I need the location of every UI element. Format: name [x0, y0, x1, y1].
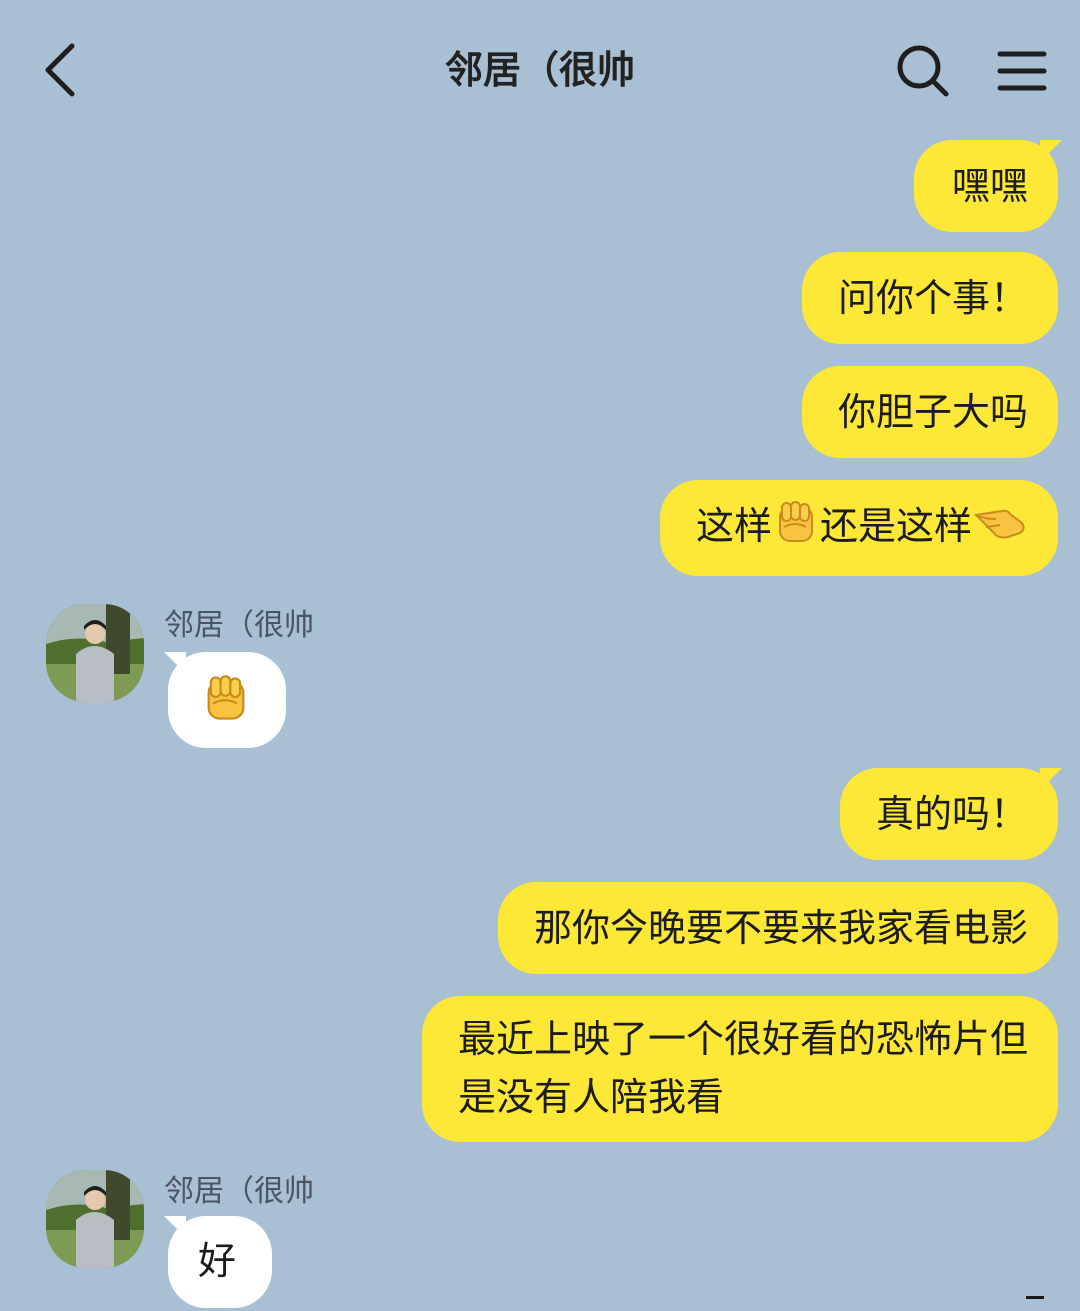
back-button[interactable]: [30, 32, 100, 108]
search-icon: [897, 45, 949, 97]
received-message-bubble[interactable]: 好: [164, 1216, 272, 1308]
sent-message-bubble[interactable]: 最近上映了一个很好看的恐怖片但 是没有人陪我看: [421, 996, 1058, 1142]
search-button[interactable]: [888, 36, 958, 106]
chat-title: 邻居（很帅: [444, 48, 635, 92]
message-text: 这样: [695, 504, 772, 548]
home-indicator: [1026, 1296, 1044, 1299]
sent-message-bubble[interactable]: 那你今晚要不要来我家看电影: [497, 882, 1058, 974]
message-text: 好: [198, 1239, 237, 1283]
hamburger-menu-icon: [997, 51, 1047, 91]
message-text-line: 最近上映了一个很好看的恐怖片但: [457, 1017, 1028, 1061]
chat-header: 邻居（很帅: [0, 0, 1080, 140]
sent-message-bubble[interactable]: 问你个事！: [801, 252, 1058, 344]
sender-name: 邻居（很帅: [164, 608, 314, 643]
contact-avatar[interactable]: [46, 604, 144, 702]
message-text: 真的吗！: [875, 792, 1028, 836]
message-text: 还是这样: [819, 504, 972, 548]
contact-avatar[interactable]: [46, 1170, 144, 1268]
message-text: 嘿嘿: [951, 164, 1028, 208]
raised-fist-icon: [778, 501, 813, 542]
message-text: 那你今晚要不要来我家看电影: [533, 906, 1028, 950]
sent-message-bubble[interactable]: 真的吗！: [839, 768, 1058, 860]
sent-message-bubble[interactable]: 嘿嘿: [913, 140, 1058, 232]
raised-fist-icon: [207, 675, 245, 720]
received-message-bubble[interactable]: [164, 652, 286, 748]
pinching-hand-icon: [973, 509, 1025, 539]
message-text: 问你个事！: [837, 276, 1028, 320]
sender-name: 邻居（很帅: [164, 1174, 314, 1209]
menu-button[interactable]: [988, 36, 1058, 106]
chevron-left-icon: [45, 43, 75, 97]
sent-message-bubble[interactable]: 这样 还是这样: [659, 480, 1058, 576]
message-text-line: 是没有人陪我看: [457, 1075, 724, 1119]
sent-message-bubble[interactable]: 你胆子大吗: [801, 366, 1058, 458]
message-text: 你胆子大吗: [837, 390, 1028, 434]
